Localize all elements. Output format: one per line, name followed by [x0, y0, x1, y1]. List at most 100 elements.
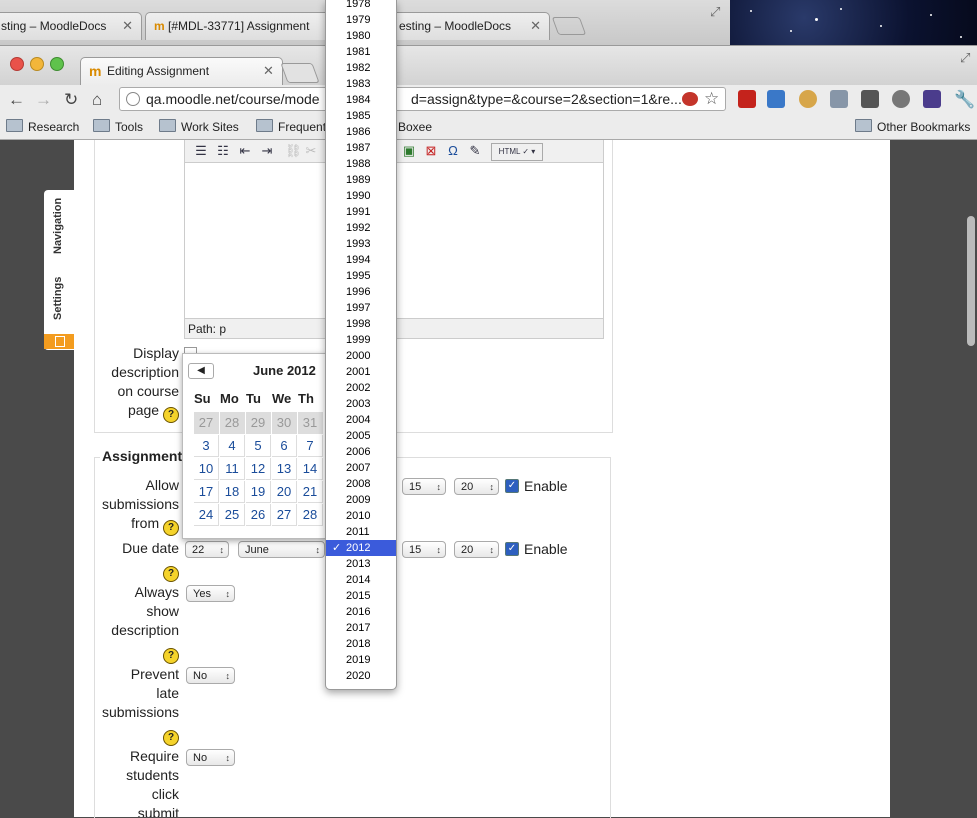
year-option[interactable]: 2005 — [326, 428, 396, 444]
calendar-day[interactable]: 6 — [272, 435, 297, 457]
reload-icon[interactable]: ↻ — [64, 90, 78, 110]
home-icon[interactable]: ⌂ — [92, 90, 102, 110]
extension-icon[interactable] — [923, 90, 941, 108]
year-option[interactable]: 2019 — [326, 652, 396, 668]
year-option[interactable]: ✓ 2012 — [326, 540, 396, 556]
year-option[interactable]: 2013 — [326, 556, 396, 572]
bookmark-boxee[interactable]: Boxee — [398, 119, 432, 135]
adblock-icon[interactable] — [682, 92, 698, 106]
close-icon[interactable]: ✕ — [122, 13, 133, 39]
scrollbar-thumb[interactable] — [967, 216, 975, 346]
link-icon[interactable]: ⛓ — [285, 143, 302, 159]
year-option[interactable]: 1983 — [326, 76, 396, 92]
active-tab[interactable]: m Editing Assignment ✕ — [80, 57, 283, 86]
year-option[interactable]: 2016 — [326, 604, 396, 620]
year-option[interactable]: 2010 — [326, 508, 396, 524]
year-option[interactable]: 2018 — [326, 636, 396, 652]
nolink-icon[interactable]: ⊠ — [423, 143, 439, 159]
year-option[interactable]: 1995 — [326, 268, 396, 284]
prevent-late-select[interactable]: No — [186, 667, 235, 684]
due-minute-select[interactable]: 20 — [454, 541, 499, 558]
year-option[interactable]: 1982 — [326, 60, 396, 76]
year-option[interactable]: 2001 — [326, 364, 396, 380]
year-option[interactable]: 1979 — [326, 12, 396, 28]
maximize-window-icon[interactable] — [50, 57, 64, 71]
year-option[interactable]: 1997 — [326, 300, 396, 316]
year-option[interactable]: 2015 — [326, 588, 396, 604]
dock-toggle[interactable] — [44, 334, 74, 349]
calendar-day[interactable]: 3 — [194, 435, 219, 457]
extension-icon[interactable] — [738, 90, 756, 108]
calendar-day[interactable]: 25 — [220, 504, 245, 526]
calendar-day[interactable]: 14 — [298, 458, 323, 480]
edit-icon[interactable]: ✎ — [467, 143, 483, 159]
bookmark-work-sites[interactable]: Work Sites — [159, 119, 239, 135]
outdent-icon[interactable]: ⇤ — [237, 143, 253, 159]
calendar-day[interactable]: 20 — [272, 481, 297, 503]
calendar-day[interactable]: 19 — [246, 481, 271, 503]
bg-tab-2[interactable]: m [#MDL-33771] Assignment — [145, 12, 330, 40]
close-window-icon[interactable] — [10, 57, 24, 71]
year-option[interactable]: 2008 — [326, 476, 396, 492]
calendar-day[interactable]: 18 — [220, 481, 245, 503]
year-option[interactable]: 1987 — [326, 140, 396, 156]
numbered-list-icon[interactable]: ☷ — [215, 143, 231, 159]
year-option[interactable]: 2006 — [326, 444, 396, 460]
pocket-icon[interactable] — [861, 90, 879, 108]
year-option[interactable]: 1993 — [326, 236, 396, 252]
bookmark-frequent[interactable]: Frequent — [256, 119, 326, 135]
year-option[interactable]: 2014 — [326, 572, 396, 588]
address-bar[interactable]: qa.moodle.net/course/mode d=assign&type=… — [119, 87, 726, 111]
calendar-day[interactable]: 26 — [246, 504, 271, 526]
calendar-day[interactable]: 13 — [272, 458, 297, 480]
back-icon[interactable]: ← — [8, 90, 25, 110]
year-option[interactable]: 1986 — [326, 124, 396, 140]
bullet-list-icon[interactable]: ☰ — [193, 143, 209, 159]
calendar-day[interactable]: 21 — [298, 481, 323, 503]
checkbox-icon[interactable]: ✓ — [505, 542, 519, 556]
year-option[interactable]: 2004 — [326, 412, 396, 428]
calendar-day[interactable]: 4 — [220, 435, 245, 457]
gear-icon[interactable] — [892, 90, 910, 108]
year-option[interactable]: 2011 — [326, 524, 396, 540]
due-day-select[interactable]: 22 — [185, 541, 229, 558]
bookmark-other[interactable]: Other Bookmarks — [855, 119, 970, 135]
unlink-icon[interactable]: ✂ — [303, 143, 319, 159]
help-icon[interactable]: ? — [163, 730, 179, 746]
year-dropdown[interactable]: 1978 1979 1980 1981 1982 1983 1984 1985 1986 1987… — [325, 0, 397, 690]
close-icon[interactable]: ✕ — [530, 13, 541, 39]
year-option[interactable]: 1998 — [326, 316, 396, 332]
help-icon[interactable]: ? — [163, 407, 179, 423]
calendar-day[interactable]: 30 — [272, 412, 297, 434]
calendar-day[interactable]: 10 — [194, 458, 219, 480]
year-option[interactable]: 2020 — [326, 668, 396, 684]
eyedropper-icon[interactable] — [830, 90, 848, 108]
year-option[interactable]: 2017 — [326, 620, 396, 636]
due-month-select[interactable]: June — [238, 541, 325, 558]
html-spellcheck-icon[interactable]: HTML ✓ ▾ — [491, 143, 543, 161]
new-tab-button[interactable] — [551, 17, 587, 35]
star-icon[interactable]: ☆ — [704, 88, 719, 110]
year-option[interactable]: 2003 — [326, 396, 396, 412]
year-option[interactable]: 1978 — [326, 0, 396, 12]
calendar-day[interactable]: 5 — [246, 435, 271, 457]
calendar-day[interactable]: 28 — [220, 412, 245, 434]
year-option[interactable]: 1988 — [326, 156, 396, 172]
year-option[interactable]: 1994 — [326, 252, 396, 268]
year-option[interactable]: 2007 — [326, 460, 396, 476]
calendar-day[interactable]: 7 — [298, 435, 323, 457]
fullscreen-icon[interactable]: ⤢ — [960, 50, 970, 66]
checkbox-icon[interactable]: ✓ — [505, 479, 519, 493]
calendar-day[interactable]: 27 — [194, 412, 219, 434]
bg-tab-3[interactable]: esting – MoodleDocs ✕ — [390, 12, 550, 40]
allow-hour-select[interactable]: 15 — [402, 478, 446, 495]
year-option[interactable]: 1999 — [326, 332, 396, 348]
year-option[interactable]: 1991 — [326, 204, 396, 220]
calendar-day[interactable]: 24 — [194, 504, 219, 526]
bookmark-research[interactable]: Research — [6, 119, 79, 135]
year-option[interactable]: 2000 — [326, 348, 396, 364]
bg-tab-1[interactable]: sting – MoodleDocs ✕ — [0, 12, 142, 40]
calendar-day[interactable]: 12 — [246, 458, 271, 480]
calendar-day[interactable]: 28 — [298, 504, 323, 526]
indent-icon[interactable]: ⇥ — [259, 143, 275, 159]
